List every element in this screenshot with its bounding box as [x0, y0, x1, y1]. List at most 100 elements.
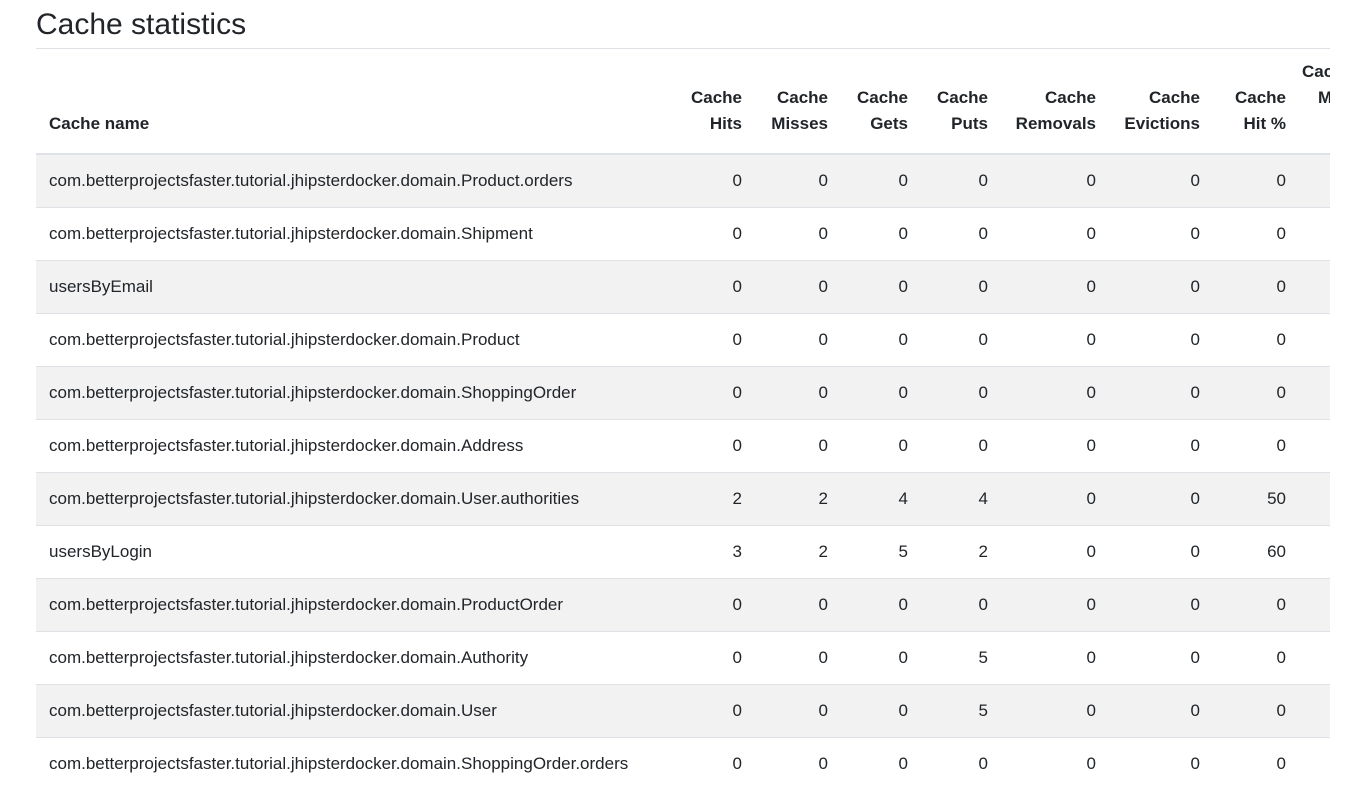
cache-removals-cell: 0	[996, 206, 1104, 260]
header-line: Puts	[951, 114, 988, 133]
truncated-cell	[1294, 683, 1330, 737]
cache-removals-cell: 0	[996, 418, 1104, 472]
cache-hit-pct-cell: 0	[1208, 683, 1294, 737]
header-cache-name: Cache name	[36, 49, 672, 155]
cache-evictions-cell: 0	[1104, 736, 1208, 785]
truncated-cell	[1294, 577, 1330, 631]
cache-gets-cell: 0	[836, 418, 916, 472]
cache-statistics-table: Cache name Cache Hits Cache Misses Cache…	[36, 49, 1330, 785]
table-header-row: Cache name Cache Hits Cache Misses Cache…	[36, 49, 1330, 155]
cache-evictions-cell: 0	[1104, 683, 1208, 737]
cache-puts-cell: 0	[916, 577, 996, 631]
header-line: Hits	[709, 114, 742, 133]
cache-name-cell: com.betterprojectsfaster.tutorial.jhipst…	[36, 577, 672, 631]
cache-evictions-cell: 0	[1104, 524, 1208, 578]
cache-hit-pct-cell: 0	[1208, 312, 1294, 366]
cache-gets-cell: 0	[836, 312, 916, 366]
cache-name-cell: usersByEmail	[36, 259, 672, 313]
cache-table-container[interactable]: Cache name Cache Hits Cache Misses Cache…	[36, 49, 1330, 785]
table-row: com.betterprojectsfaster.tutorial.jhipst…	[36, 683, 1330, 737]
cache-removals-cell: 0	[996, 259, 1104, 313]
cache-puts-cell: 0	[916, 154, 996, 207]
cache-puts-cell: 4	[916, 471, 996, 525]
cache-name-cell: com.betterprojectsfaster.tutorial.jhipst…	[36, 154, 672, 207]
cache-puts-cell: 0	[916, 206, 996, 260]
cache-puts-cell: 0	[916, 259, 996, 313]
header-line: Cache	[1044, 88, 1096, 107]
header-cache-misses: Cache Misses	[750, 49, 836, 155]
cache-misses-cell: 0	[750, 154, 836, 207]
truncated-cell	[1294, 736, 1330, 785]
cache-evictions-cell: 0	[1104, 259, 1208, 313]
cache-name-cell: com.betterprojectsfaster.tutorial.jhipst…	[36, 312, 672, 366]
header-line: Misses	[771, 114, 828, 133]
cache-misses-cell: 0	[750, 206, 836, 260]
cache-removals-cell: 0	[996, 683, 1104, 737]
cache-removals-cell: 0	[996, 524, 1104, 578]
cache-evictions-cell: 0	[1104, 418, 1208, 472]
cache-hit-pct-cell: 0	[1208, 365, 1294, 419]
cache-evictions-cell: 0	[1104, 577, 1208, 631]
cache-hits-cell: 0	[672, 736, 750, 785]
table-body: com.betterprojectsfaster.tutorial.jhipst…	[36, 154, 1330, 785]
cache-hits-cell: 3	[672, 524, 750, 578]
cache-name-cell: com.betterprojectsfaster.tutorial.jhipst…	[36, 471, 672, 525]
cache-puts-cell: 2	[916, 524, 996, 578]
truncated-cell	[1294, 524, 1330, 578]
header-line: Cac	[1302, 62, 1330, 81]
cache-name-cell: com.betterprojectsfaster.tutorial.jhipst…	[36, 630, 672, 684]
table-row: usersByEmail 0 0 0 0 0 0 0	[36, 259, 1330, 313]
cache-hits-cell: 0	[672, 206, 750, 260]
cache-hits-cell: 0	[672, 418, 750, 472]
page-title: Cache statistics	[36, 8, 247, 41]
header-line: Removals	[1015, 114, 1096, 133]
cache-misses-cell: 0	[750, 418, 836, 472]
cache-gets-cell: 0	[836, 154, 916, 207]
header-truncated-column: Cac M	[1294, 49, 1330, 155]
header-cache-name-label: Cache name	[49, 114, 150, 133]
header-line: M	[1302, 88, 1330, 107]
cache-hits-cell: 0	[672, 259, 750, 313]
cache-hits-cell: 0	[672, 312, 750, 366]
cache-gets-cell: 0	[836, 206, 916, 260]
header-line: Cache	[1234, 88, 1286, 107]
cache-hit-pct-cell: 0	[1208, 577, 1294, 631]
truncated-cell	[1294, 630, 1330, 684]
cache-evictions-cell: 0	[1104, 206, 1208, 260]
header-line: Cache	[856, 88, 908, 107]
cache-hits-cell: 0	[672, 683, 750, 737]
header-line: Gets	[870, 114, 908, 133]
cache-misses-cell: 0	[750, 312, 836, 366]
table-row: com.betterprojectsfaster.tutorial.jhipst…	[36, 418, 1330, 472]
cache-gets-cell: 0	[836, 630, 916, 684]
table-row: com.betterprojectsfaster.tutorial.jhipst…	[36, 206, 1330, 260]
cache-removals-cell: 0	[996, 365, 1104, 419]
cache-name-cell: com.betterprojectsfaster.tutorial.jhipst…	[36, 683, 672, 737]
cache-hit-pct-cell: 0	[1208, 154, 1294, 207]
truncated-cell	[1294, 471, 1330, 525]
cache-gets-cell: 0	[836, 259, 916, 313]
cache-gets-cell: 0	[836, 736, 916, 785]
cache-hits-cell: 0	[672, 154, 750, 207]
cache-misses-cell: 2	[750, 524, 836, 578]
header-cache-gets: Cache Gets	[836, 49, 916, 155]
cache-evictions-cell: 0	[1104, 154, 1208, 207]
cache-hits-cell: 0	[672, 630, 750, 684]
truncated-cell	[1294, 312, 1330, 366]
cache-evictions-cell: 0	[1104, 630, 1208, 684]
header-line: Evictions	[1124, 114, 1200, 133]
cache-puts-cell: 0	[916, 418, 996, 472]
truncated-cell	[1294, 154, 1330, 207]
cache-hit-pct-cell: 60	[1208, 524, 1294, 578]
cache-misses-cell: 0	[750, 683, 836, 737]
cache-removals-cell: 0	[996, 154, 1104, 207]
cache-gets-cell: 0	[836, 365, 916, 419]
header-cache-evictions: Cache Evictions	[1104, 49, 1208, 155]
header-line: Cache	[776, 88, 828, 107]
cache-hits-cell: 0	[672, 365, 750, 419]
cache-removals-cell: 0	[996, 577, 1104, 631]
truncated-cell	[1294, 206, 1330, 260]
cache-name-cell: usersByLogin	[36, 524, 672, 578]
table-row: com.betterprojectsfaster.tutorial.jhipst…	[36, 365, 1330, 419]
cache-evictions-cell: 0	[1104, 471, 1208, 525]
